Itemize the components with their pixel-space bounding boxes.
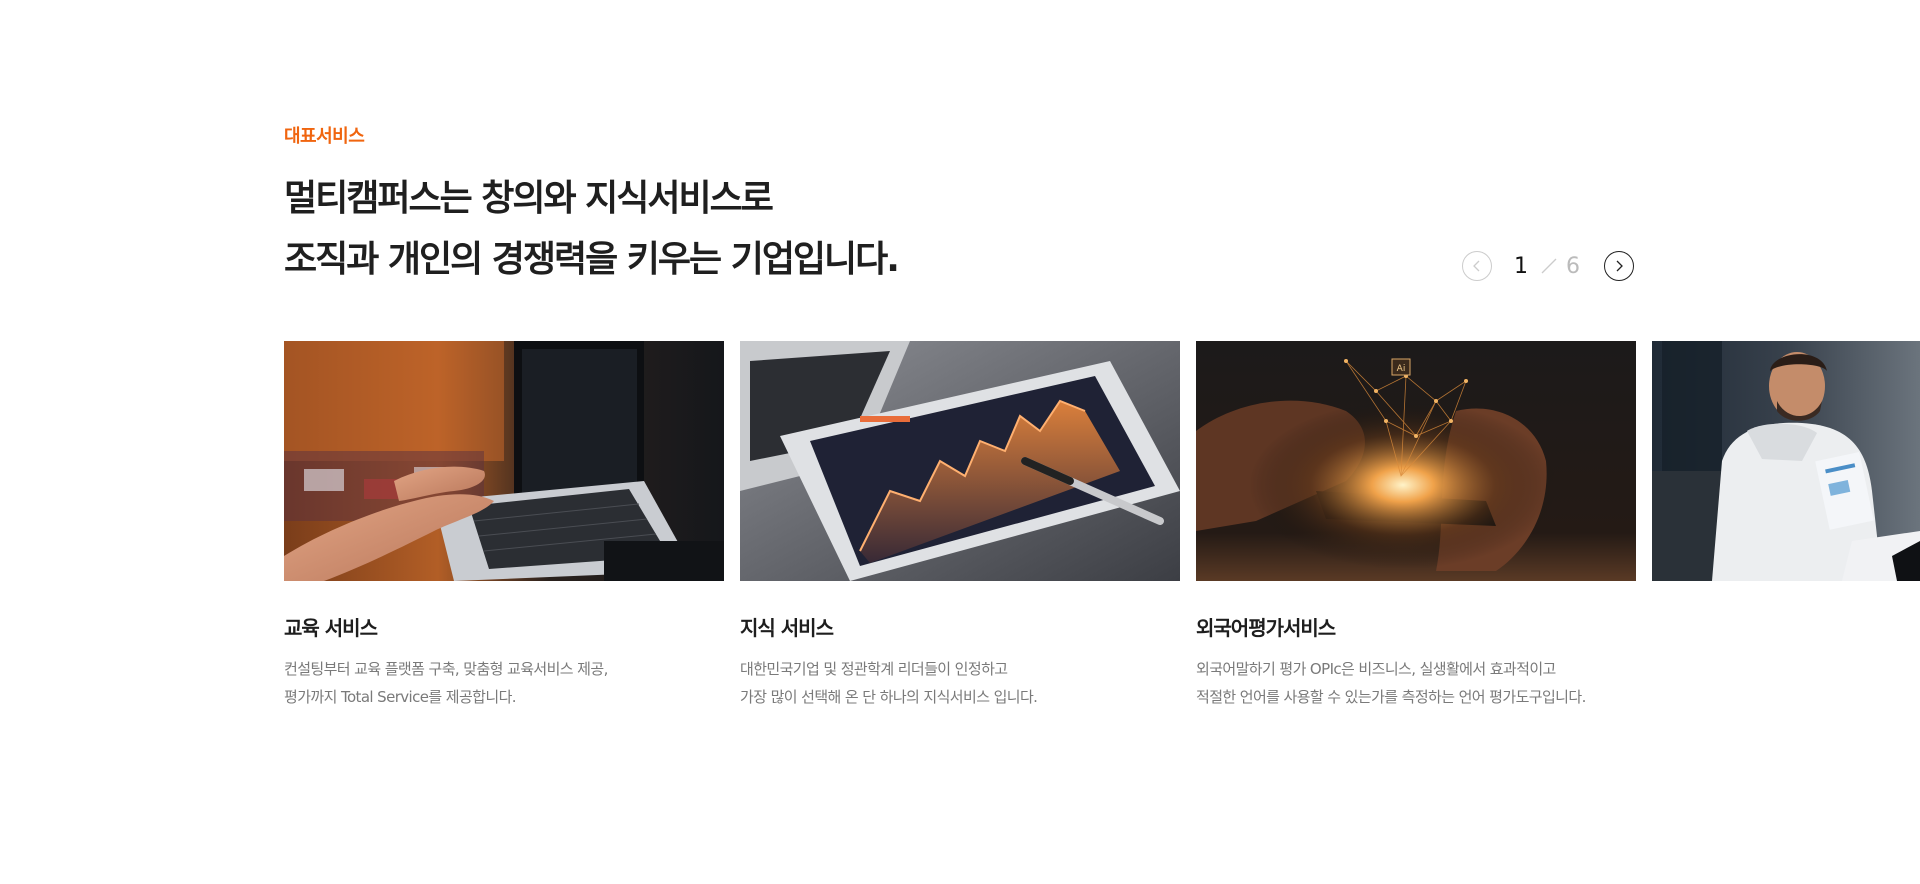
card-title: 교육 서비스	[284, 616, 378, 640]
section-eyebrow: 대표서비스	[284, 126, 365, 147]
card-description: 컨설팅부터 교육 플랫폼 구축, 맞춤형 교육서비스 제공, 평가까지 Tota…	[284, 655, 724, 711]
service-card-knowledge[interactable]: 지식 서비스 대한민국기업 및 정관학계 리더들이 인정하고 가장 많이 선택해…	[740, 341, 1180, 711]
prev-slide-button[interactable]	[1462, 251, 1492, 281]
card-description-line-1: 외국어말하기 평가 OPIc은 비즈니스, 실생활에서 효과적이고	[1196, 660, 1556, 678]
businessman-presentation-photo	[1652, 341, 1920, 581]
headline-line-1: 멀티캠퍼스는 창의와 지식서비스로	[284, 178, 774, 219]
section-headline: 멀티캠퍼스는 창의와 지식서비스로 조직과 개인의 경쟁력을 키우는 기업입니다…	[284, 168, 900, 290]
pager-current: 1	[1514, 253, 1528, 279]
representative-services-section: 대표서비스 멀티캠퍼스는 창의와 지식서비스로 조직과 개인의 경쟁력을 키우는…	[0, 0, 1920, 884]
card-description-line-2: 적절한 언어를 사용할 수 있는가를 측정하는 언어 평가도구입니다.	[1196, 688, 1586, 706]
pager-total: 6	[1566, 253, 1580, 279]
smartphone-ai-photo: Ai	[1196, 341, 1636, 581]
pager-separator	[1541, 258, 1557, 274]
tablet-chart-photo	[740, 341, 1180, 581]
chevron-right-icon	[1616, 260, 1623, 272]
card-title: 지식 서비스	[740, 616, 834, 640]
service-card-education[interactable]: 교육 서비스 컨설팅부터 교육 플랫폼 구축, 맞춤형 교육서비스 제공, 평가…	[284, 341, 724, 711]
card-description-line-2: 가장 많이 선택해 온 단 하나의 지식서비스 입니다.	[740, 688, 1038, 706]
card-description: 대한민국기업 및 정관학계 리더들이 인정하고 가장 많이 선택해 온 단 하나…	[740, 655, 1180, 711]
next-slide-button[interactable]	[1604, 251, 1634, 281]
slider-pager: 1 6	[1462, 250, 1634, 282]
laptop-typing-photo	[284, 341, 724, 581]
card-description-line-1: 컨설팅부터 교육 플랫폼 구축, 맞춤형 교육서비스 제공,	[284, 660, 608, 678]
card-description-line-2: 평가까지 Total Service를 제공합니다.	[284, 688, 517, 706]
service-card-partial[interactable]	[1652, 341, 1920, 581]
card-description: 외국어말하기 평가 OPIc은 비즈니스, 실생활에서 효과적이고 적절한 언어…	[1196, 655, 1636, 711]
service-card-language-assessment[interactable]: Ai 외국어평가서비스 외국어말하기 평가 OPIc은 비즈니스, 실생활에서 …	[1196, 341, 1636, 711]
chevron-left-icon	[1473, 260, 1480, 272]
card-title: 외국어평가서비스	[1196, 616, 1336, 640]
headline-line-2: 조직과 개인의 경쟁력을 키우는 기업입니다.	[284, 239, 900, 280]
card-description-line-1: 대한민국기업 및 정관학계 리더들이 인정하고	[740, 660, 1008, 678]
ai-chip-label: Ai	[1397, 364, 1406, 374]
